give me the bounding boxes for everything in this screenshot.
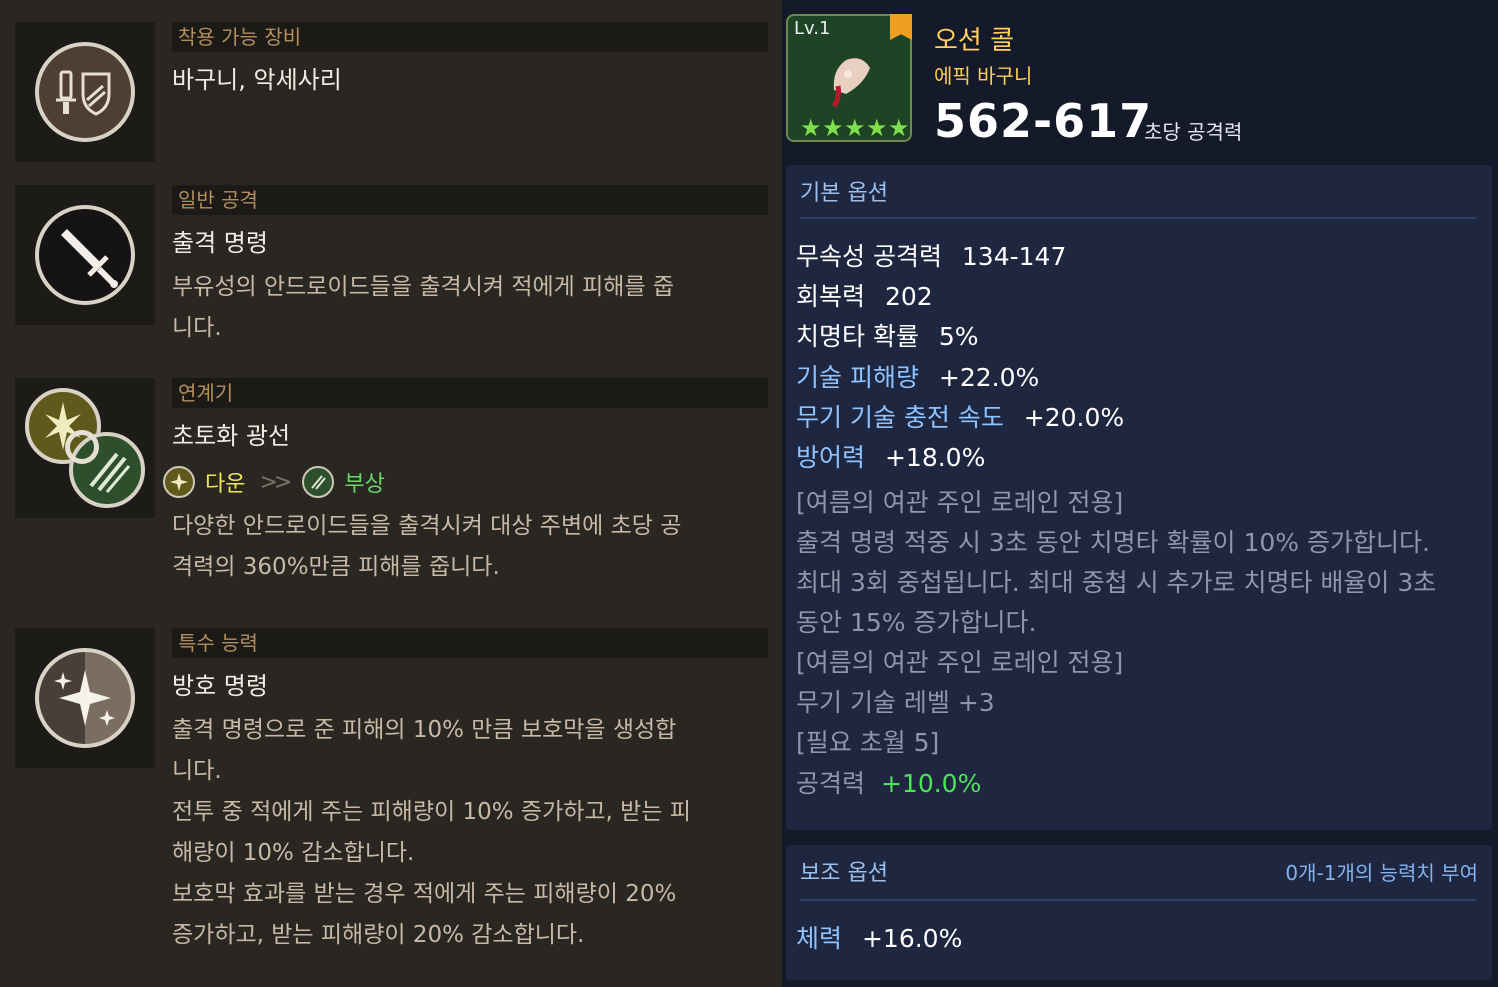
- basic-options-panel: 기본 옵션 무속성 공격력 134-147 회복력 202 치명타 확률 5% …: [786, 165, 1492, 830]
- option-note: 동안 15% 증가합니다.: [796, 608, 1037, 637]
- normal-attack-header: 일반 공격: [172, 185, 768, 215]
- option-note: [여름의 여관 주인 로레인 전용]: [796, 648, 1124, 677]
- final-stat-row: 공격력 +10.0%: [796, 769, 982, 798]
- combo-condition: 다운 >> 부상: [163, 464, 385, 500]
- chain-skill-header: 연계기: [172, 378, 768, 408]
- stat-row: 무속성 공격력 134-147: [796, 242, 1067, 271]
- star-icon: ★: [800, 114, 822, 142]
- option-note: 무기 기술 레벨 +3: [796, 688, 995, 717]
- special-ability-section: 특수 능력 방호 명령 출격 명령으로 준 피해의 10% 만큼 보호막을 생성…: [15, 628, 770, 968]
- divider: [800, 899, 1476, 901]
- down-mini-icon: [163, 466, 195, 498]
- chain-skill-section: 연계기 초토화 광선 다운 >> 부상 다양한 안드로이드들을 출격시켜 대상 …: [15, 378, 770, 598]
- special-ability-icon-box: [15, 628, 155, 768]
- stat-row: 회복력 202: [796, 282, 933, 311]
- option-note: 출격 명령 적중 시 3초 동안 치명타 확률이 10% 증가합니다.: [796, 528, 1430, 557]
- option-note: 최대 3회 중첩됩니다. 최대 중첩 시 추가로 치명타 배율이 3초: [796, 568, 1437, 597]
- stat-row: 방어력 +18.0%: [796, 443, 986, 472]
- option-note: [여름의 여관 주인 로레인 전용]: [796, 488, 1124, 517]
- star-icon: ★: [844, 114, 866, 142]
- chain-link-icon: [65, 430, 99, 464]
- normal-attack-icon-box: [15, 185, 155, 325]
- combo-to-label: 부상: [344, 472, 385, 497]
- item-level: Lv.1: [794, 18, 831, 39]
- option-note: [필요 초월 5]: [796, 728, 940, 757]
- special-ability-header: 특수 능력: [172, 628, 768, 658]
- attack-label: 초당 공격력: [1144, 120, 1243, 144]
- item-name: 오션 콜: [934, 26, 1015, 56]
- item-tooltip: Lv.1 ★ ★ ★ ★ ★ 오션 콜 에픽 바구니 562-617 초당 공격…: [782, 0, 1498, 987]
- normal-attack-title: 출격 명령: [172, 229, 268, 257]
- combo-from-label: 다운: [205, 472, 246, 497]
- divider: [800, 217, 1476, 219]
- equipment-icon-box: [15, 22, 155, 162]
- bookmark-icon: [890, 14, 912, 40]
- item-type: 에픽 바구니: [934, 64, 1033, 88]
- sword-icon: [35, 205, 135, 305]
- chain-skill-title: 초토화 광선: [172, 422, 291, 450]
- special-ability-description: 출격 명령으로 준 피해의 10% 만큼 보호막을 생성합 니다. 전투 중 적…: [172, 717, 691, 948]
- hurt-mini-icon: [302, 466, 335, 498]
- star-icon: ★: [888, 114, 910, 142]
- star-icon: ★: [866, 114, 888, 142]
- star-icon: ★: [822, 114, 844, 142]
- sub-options-panel: 보조 옵션 0개-1개의 능력치 부여 체력 +16.0%: [786, 845, 1492, 980]
- combo-arrow-icon: >>: [259, 469, 292, 495]
- item-image-icon: [831, 58, 870, 108]
- stat-row: 치명타 확률 5%: [796, 322, 979, 351]
- equipment-icon: [35, 42, 135, 142]
- equipment-section: 착용 가능 장비 바구니, 악세사리: [15, 22, 770, 162]
- stat-row: 체력 +16.0%: [796, 924, 963, 953]
- basic-options-header: 기본 옵션: [800, 181, 888, 206]
- normal-attack-section: 일반 공격 출격 명령 부유성의 안드로이드들을 출격시켜 적에게 피해를 줍 …: [15, 185, 770, 365]
- special-ability-title: 방호 명령: [172, 672, 268, 700]
- sub-options-header: 보조 옵션: [800, 861, 888, 886]
- attack-value: 562-617: [934, 94, 1153, 148]
- sub-options-info: 0개-1개의 능력치 부여: [1285, 861, 1478, 885]
- stat-row: 무기 기술 충전 속도 +20.0%: [796, 403, 1125, 432]
- equipment-list: 바구니, 악세사리: [172, 66, 342, 94]
- chain-skill-icon-box: [15, 378, 155, 518]
- skill-panel: 착용 가능 장비 바구니, 악세사리 일반 공격 출격 명령 부유성의 안드로이…: [0, 0, 782, 987]
- chain-skill-description: 다양한 안드로이드들을 출격시켜 대상 주변에 초당 공 격력의 360%만큼 …: [172, 513, 682, 580]
- sparkle-icon: [35, 648, 135, 748]
- normal-attack-description: 부유성의 안드로이드들을 출격시켜 적에게 피해를 줍 니다.: [172, 274, 675, 341]
- equipment-header: 착용 가능 장비: [172, 22, 768, 52]
- stat-row: 기술 피해량 +22.0%: [796, 363, 1040, 392]
- item-icon-frame[interactable]: Lv.1 ★ ★ ★ ★ ★: [786, 14, 912, 142]
